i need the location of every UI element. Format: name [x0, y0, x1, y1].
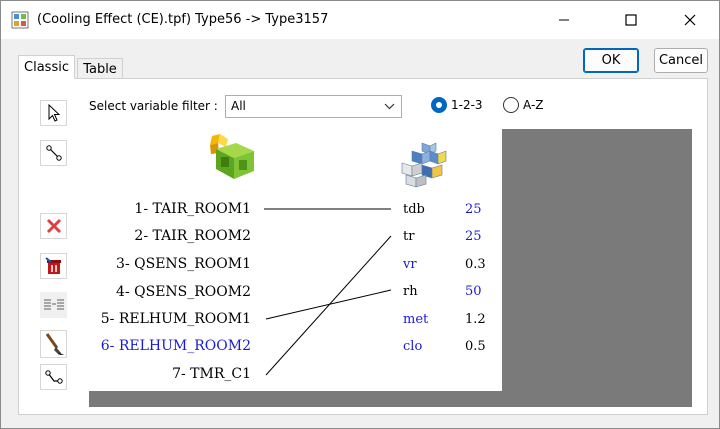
title-bar[interactable]: (Cooling Effect (CE).tpf) Type56 -> Type… — [1, 1, 719, 39]
variable-filter-select[interactable]: All — [225, 95, 402, 118]
link-icon — [45, 145, 62, 161]
output-item[interactable]: 2- TAIR_ROOM2 — [91, 228, 251, 244]
brush-icon — [45, 333, 64, 355]
select-tool-button[interactable] — [40, 100, 67, 126]
auto-link-icon — [44, 370, 63, 384]
filter-value: All — [231, 99, 246, 113]
tab-classic[interactable]: Classic — [18, 55, 75, 79]
sort-numeric-label: 1-2-3 — [451, 98, 483, 112]
delete-all-links-button[interactable] — [40, 253, 67, 279]
input-name[interactable]: clo — [403, 339, 422, 354]
output-item[interactable]: 5- RELHUM_ROOM1 — [91, 311, 251, 327]
app-window-icon — [11, 11, 29, 29]
input-value: 25 — [465, 202, 482, 217]
input-value: 0.3 — [465, 257, 486, 272]
window-title: (Cooling Effect (CE).tpf) Type56 -> Type… — [37, 12, 329, 27]
input-name[interactable]: tdb — [403, 202, 425, 217]
filter-label: Select variable filter : — [89, 99, 218, 113]
cancel-button[interactable]: Cancel — [654, 48, 708, 73]
input-value: 0.5 — [465, 339, 486, 354]
input-value: 1.2 — [465, 312, 486, 327]
output-item[interactable]: 6- RELHUM_ROOM2 — [91, 338, 251, 354]
sort-alpha-label: A-Z — [523, 98, 544, 112]
output-item[interactable]: 4- QSENS_ROOM2 — [91, 284, 251, 300]
ok-button[interactable]: OK — [583, 48, 639, 73]
close-button[interactable] — [667, 1, 713, 39]
minimize-icon — [559, 19, 569, 21]
radio-dot — [431, 97, 447, 113]
paint-button[interactable] — [40, 330, 67, 358]
close-icon — [684, 14, 696, 26]
maximize-button[interactable] — [608, 1, 654, 39]
sort-numeric-radio[interactable]: 1-2-3 — [431, 97, 483, 113]
input-name[interactable]: met — [403, 312, 428, 327]
output-item[interactable]: 7- TMR_C1 — [91, 366, 251, 382]
pointer-icon — [48, 104, 60, 122]
input-name[interactable]: vr — [403, 257, 417, 272]
maximize-icon — [625, 14, 637, 26]
tab-table[interactable]: Table — [77, 58, 123, 80]
sort-alpha-radio[interactable]: A-Z — [503, 97, 544, 113]
minimize-button[interactable] — [541, 1, 587, 39]
dialog-window: (Cooling Effect (CE).tpf) Type56 -> Type… — [0, 0, 720, 429]
delete-icon — [46, 218, 61, 234]
input-name[interactable]: rh — [403, 284, 418, 299]
auto-link-button[interactable] — [40, 364, 67, 390]
output-item[interactable]: 3- QSENS_ROOM1 — [91, 256, 251, 272]
blue-cubes-icon[interactable] — [396, 141, 450, 189]
input-value: 50 — [465, 284, 482, 299]
delete-link-button[interactable] — [40, 213, 67, 239]
input-value: 25 — [465, 229, 482, 244]
chevron-down-icon — [384, 103, 395, 110]
link-tool-button[interactable] — [40, 140, 67, 166]
input-name[interactable]: tr — [403, 229, 414, 244]
green-cube-icon[interactable] — [206, 131, 256, 181]
radio-dot — [503, 97, 519, 113]
align-icon — [43, 299, 64, 310]
align-button[interactable] — [40, 292, 67, 318]
delete-all-icon — [44, 257, 61, 274]
output-item[interactable]: 1- TAIR_ROOM1 — [91, 201, 251, 217]
